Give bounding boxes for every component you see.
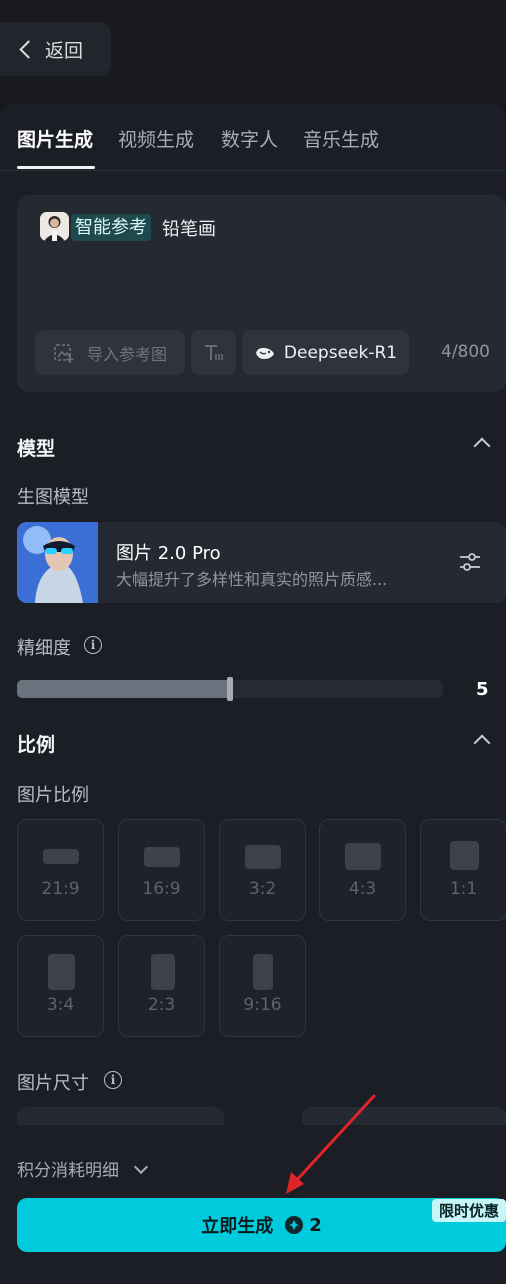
ratio-shape-icon <box>245 845 281 869</box>
ratio-option-2-3[interactable]: 2:3 <box>118 935 205 1037</box>
ratio-shape-icon <box>144 847 180 867</box>
ratio-option-16-9[interactable]: 16:9 <box>118 819 205 921</box>
text-format-button[interactable] <box>191 330 236 375</box>
llm-model-chip[interactable]: Deepseek-R1 <box>242 330 409 375</box>
ratio-option-1-1[interactable]: 1:1 <box>420 819 506 921</box>
ratio-label: 16:9 <box>142 879 181 899</box>
ratio-option-3-4[interactable]: 3:4 <box>17 935 104 1037</box>
image-model-label: 生图模型 <box>17 487 89 508</box>
chevron-left-icon <box>19 39 38 59</box>
ratio-shape-icon <box>48 954 75 990</box>
ratio-label: 1:1 <box>449 879 478 899</box>
smart-reference-tag[interactable]: 智能参考 <box>71 214 151 241</box>
detail-label: 精细度 <box>17 638 71 659</box>
chevron-down-icon <box>134 1159 149 1175</box>
points-coin-icon <box>285 1216 304 1234</box>
tab-music-generation[interactable]: 音乐生成 <box>303 125 379 152</box>
ratio-label: 2:3 <box>147 995 176 1015</box>
back-label: 返回 <box>45 39 84 62</box>
points-detail-label: 积分消耗明细 <box>17 1161 119 1181</box>
model-section-title: 模型 <box>17 438 56 460</box>
promo-badge: 限时优惠 <box>432 1199 506 1222</box>
detail-value: 5 <box>476 679 489 700</box>
generate-cost: 2 <box>309 1214 322 1236</box>
ratio-option-4-3[interactable]: 4:3 <box>319 819 406 921</box>
character-counter: 4/800 <box>441 342 490 362</box>
tab-video-generation[interactable]: 视频生成 <box>118 125 194 152</box>
model-name: 图片 2.0 Pro <box>116 543 221 564</box>
info-icon[interactable]: i <box>84 636 102 654</box>
model-description: 大幅提升了多样性和真实的照片质感... <box>116 570 388 589</box>
llm-model-label: Deepseek-R1 <box>283 342 398 363</box>
ratio-label: 21:9 <box>41 879 80 899</box>
image-add-icon <box>54 343 74 363</box>
ratio-shape-icon <box>151 954 175 990</box>
tab-digital-human[interactable]: 数字人 <box>221 125 278 152</box>
detail-slider-handle[interactable] <box>227 677 233 701</box>
ratio-option-21-9[interactable]: 21:9 <box>17 819 104 921</box>
deepseek-whale-icon <box>255 347 274 359</box>
ratio-option-3-2[interactable]: 3:2 <box>219 819 306 921</box>
ratio-shape-icon <box>345 843 381 870</box>
tab-image-generation[interactable]: 图片生成 <box>17 125 93 152</box>
ratio-label: 9:16 <box>243 995 282 1015</box>
points-detail-toggle[interactable]: 积分消耗明细 <box>17 1156 149 1181</box>
ratio-shape-icon <box>43 849 79 864</box>
image-ratio-label: 图片比例 <box>17 785 89 806</box>
back-button[interactable]: 返回 <box>0 22 111 76</box>
detail-slider-fill <box>17 680 230 698</box>
text-style-icon <box>204 344 223 360</box>
reference-avatar <box>40 212 69 241</box>
prompt-text[interactable]: 铅笔画 <box>162 215 216 241</box>
generate-label: 立即生成 <box>201 1216 274 1237</box>
ratio-label: 3:2 <box>248 879 277 899</box>
active-tab-indicator <box>17 166 95 169</box>
ratio-label: 3:4 <box>46 995 75 1015</box>
settings-sliders-icon[interactable] <box>458 551 482 573</box>
import-reference-label: 导入参考图 <box>86 344 167 364</box>
ratio-section-title: 比例 <box>17 734 56 756</box>
ratio-label: 4:3 <box>348 879 377 899</box>
ratio-shape-icon <box>253 954 273 990</box>
info-icon[interactable]: i <box>104 1071 122 1089</box>
import-reference-button[interactable]: 导入参考图 <box>35 330 185 375</box>
model-thumbnail <box>17 522 98 603</box>
image-size-label: 图片尺寸 <box>17 1073 89 1094</box>
ratio-shape-icon <box>450 841 479 870</box>
ratio-option-9-16[interactable]: 9:16 <box>219 935 306 1037</box>
